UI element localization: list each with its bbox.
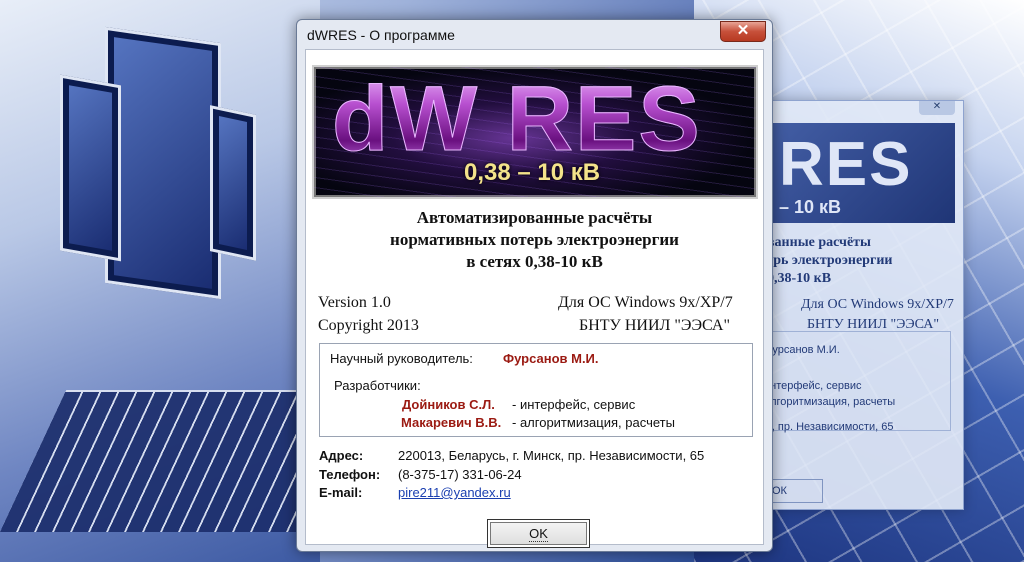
monitor-image: [105, 26, 221, 300]
address-value: 220013, Беларусь, г. Минск, пр. Независи…: [398, 448, 705, 463]
developer-role: - интерфейс, сервис: [512, 397, 636, 412]
os-support-text: Для ОС Windows 9x/XP/7: [558, 294, 733, 311]
close-button[interactable]: ✕: [720, 21, 766, 42]
organization-text: БНТУ НИИЛ "ЭЭСА": [579, 317, 730, 334]
email-link[interactable]: pire211@yandex.ru: [398, 485, 511, 500]
close-icon: ✕: [736, 22, 750, 39]
window-title: dWRES - О программе: [307, 27, 455, 43]
ghost-address: к, пр. Независимости, 65: [767, 421, 894, 433]
phone-value: (8-375-17) 331-06-24: [398, 467, 522, 482]
title-bar[interactable]: dWRES - О программе ✕: [297, 20, 772, 48]
close-icon: ✕: [919, 101, 955, 115]
about-dialog: dWRES - О программе ✕ dW RES 0,38 – 10 к…: [296, 19, 773, 552]
copyright-text: Copyright 2013: [318, 317, 419, 334]
monitor-image: [60, 74, 121, 262]
voltage-range-label: 0,38 – 10 кВ: [464, 159, 601, 186]
developer-role: - алгоритмизация, расчеты: [512, 415, 675, 430]
supervisor-label: Научный руководитель:: [330, 351, 473, 366]
developer-name: Дойников С.Л.: [402, 397, 495, 412]
team-panel: Научный руководитель: Фурсанов М.И. Разр…: [319, 343, 753, 437]
ghost-heading-line1: ванные расчёты: [767, 235, 871, 250]
supervisor-name: Фурсанов М.И.: [503, 351, 599, 366]
email-label: E-mail:: [319, 485, 363, 500]
ghost-ok-button: ОК: [765, 479, 823, 503]
version-text: Version 1.0: [318, 294, 391, 311]
background-dialog-ghost: ✕ RES – 10 кВ ванные расчёты ерь электро…: [752, 100, 964, 510]
ok-button-label: OK: [529, 526, 548, 542]
heading-line-3: в сетях 0,38-10 кВ: [466, 252, 603, 271]
address-label: Адрес:: [319, 448, 364, 463]
ghost-heading-line2: ерь электроэнергии: [767, 253, 893, 268]
developer-name: Макаревич В.В.: [401, 415, 502, 430]
ghost-team-panel: Фурсанов М.И. интерфейс, сервис алгоритм…: [759, 331, 951, 431]
heading-line-2: нормативных потерь электроэнергии: [390, 230, 679, 249]
dialog-content: dW RES 0,38 – 10 кВ Автоматизированные р…: [305, 49, 764, 548]
product-logo: dW RES: [332, 68, 702, 171]
ghost-logo: RES – 10 кВ: [765, 123, 955, 223]
developers-label: Разработчики:: [334, 378, 421, 393]
heading-line-1: Автоматизированные расчёты: [416, 208, 653, 227]
product-banner: dW RES 0,38 – 10 кВ: [312, 65, 758, 199]
background-office: [0, 0, 367, 562]
phone-label: Телефон:: [319, 467, 381, 482]
monitor-image: [210, 105, 256, 261]
ghost-heading-line3: 0,38-10 кВ: [767, 271, 832, 286]
ok-button[interactable]: OK: [487, 519, 590, 548]
ghost-os: Для ОС Windows 9x/XP/7: [801, 297, 954, 312]
